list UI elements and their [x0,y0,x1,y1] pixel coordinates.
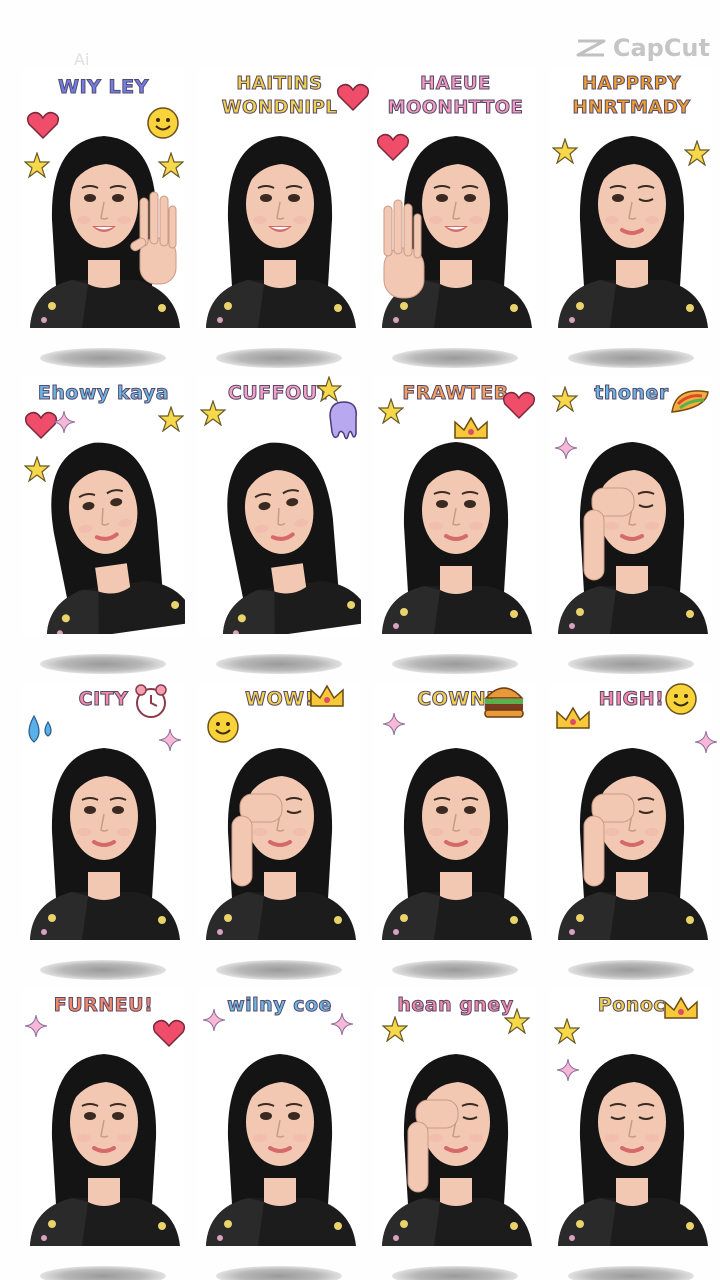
sparkle-icon [52,410,76,437]
heart-icon [376,132,410,165]
star-icon [199,399,227,429]
sparkle-icon [202,1008,226,1035]
sticker-shadow [40,348,166,368]
sticker-cell: FRAWTEB [374,376,537,682]
star-icon [157,151,185,181]
burger-icon [482,682,526,723]
heart-icon [152,1018,186,1051]
sticker-cell: WIY LEY [22,70,185,376]
clock-icon [132,682,170,723]
sticker-cell: COWNJ [374,682,537,988]
sticker-shadow [40,654,166,674]
crown-icon [452,414,490,445]
sparkle-icon [330,1012,354,1039]
smiley-icon [146,106,180,143]
star-icon [551,137,579,167]
sticker-shadow [568,1266,694,1280]
star-icon [503,1007,531,1037]
capcut-watermark: CapCut [575,34,710,62]
sticker-shadow [216,654,342,674]
crown-icon [662,994,700,1025]
sticker-caption: FURNEU! [53,994,154,1017]
smiley-icon [206,710,240,747]
sticker-cell: Ehowy kaya [22,376,185,682]
sticker-cell: HIGH! [550,682,718,988]
smiley-icon [664,682,698,719]
sticker-cell: WOW! [198,682,361,988]
sticker-shadow [216,960,342,980]
sticker-shadow [216,348,342,368]
sticker-shadow [568,960,694,980]
star-icon [683,139,711,169]
star-icon [377,397,405,427]
heart-icon [502,390,536,423]
heart-icon [336,82,370,115]
sticker-cell: HAPPRPY HNRTMADY [550,70,713,376]
sticker-shadow [216,1266,342,1280]
capcut-logo-icon [575,37,607,59]
star-icon [157,405,185,435]
taco-icon [668,382,712,421]
sticker-grid: WIY LEY HAITINS WONDNIPL HAEUE MOONHTTOE… [22,70,718,1280]
sticker-cell: CUFFOUT [198,375,361,682]
sticker-cell: CITY [22,682,185,988]
sticker-cell: wilny coe [198,988,361,1280]
sticker-caption: Ehowy kaya [37,382,170,405]
star-icon [553,1017,581,1047]
sparkle-icon [694,730,718,757]
sparkle-icon [554,436,578,463]
sticker-shadow [392,654,518,674]
drop-icon [24,712,56,753]
capcut-brand-text: CapCut [612,34,710,62]
sticker-caption: WIY LEY [58,76,149,99]
sparkle-icon [556,1058,580,1085]
sticker-cell: HAEUE MOONHTTOE [374,70,537,376]
sticker-cell: thoner [550,376,713,682]
sticker-cell: HAITINS WONDNIPL [198,70,370,376]
sticker-sheet-canvas: Ai CapCut WIY LEY HAITINS WONDNIPL HAEUE… [0,0,720,1280]
crown-icon [554,704,592,735]
sparkle-icon [382,712,406,739]
sparkle-icon [158,728,182,755]
sticker-shadow [40,1266,166,1280]
ai-watermark: Ai [74,50,90,69]
star-icon [23,151,51,181]
sticker-shadow [392,960,518,980]
heart-icon [26,110,60,143]
sticker-shadow [568,348,694,368]
sticker-caption: HAPPRPY HNRTMADY [572,73,691,119]
sticker-shadow [568,654,694,674]
crown-icon [308,682,346,713]
star-icon [551,385,579,415]
star-icon [23,455,51,485]
sticker-shadow [40,960,166,980]
sticker-cell: FURNEU! [22,988,186,1280]
sticker-cell: Ponoc [550,988,713,1280]
sparkle-icon [24,1014,48,1041]
blob-icon [326,400,360,447]
sticker-shadow [392,1266,518,1280]
sticker-cell: hean gney [374,988,537,1280]
sticker-caption: HAEUE MOONHTTOE [387,73,524,119]
star-icon [381,1015,409,1045]
sticker-shadow [392,348,518,368]
